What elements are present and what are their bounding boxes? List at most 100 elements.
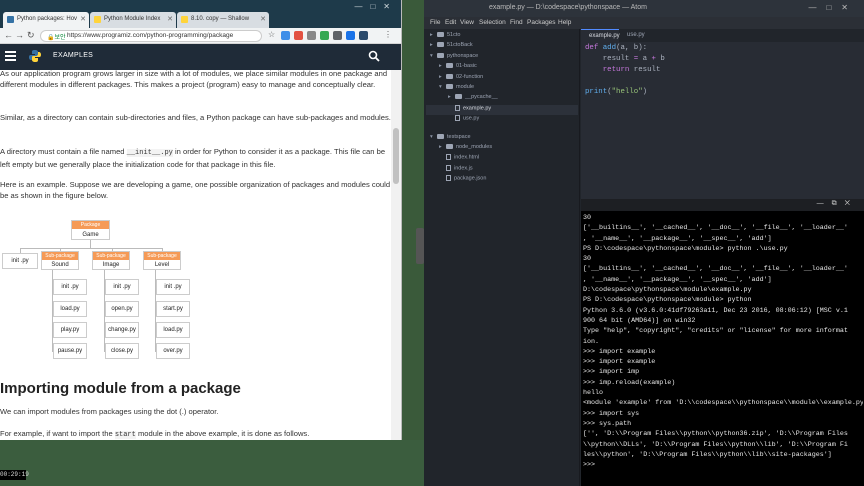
tree-item[interactable]: use.py — [426, 115, 578, 125]
folder-icon — [446, 63, 453, 69]
browser-tab-python-packages[interactable]: Python packages: Hov ✕ — [3, 12, 89, 28]
extension-icon[interactable] — [281, 31, 290, 40]
terminal-panel[interactable]: —⧉✕ 30 ['__builtins__', '__cached__', '__… — [581, 199, 864, 486]
menu-view[interactable]: View — [460, 19, 474, 26]
menu-kebab-icon[interactable]: ⋮ — [384, 30, 392, 39]
paragraph: Here is an example. Suppose we are devel… — [0, 180, 391, 200]
root-init-file: init .py — [2, 253, 38, 269]
tree-item[interactable]: ▸ 01-basic — [426, 63, 578, 73]
bookmark-star-icon[interactable]: ☆ — [268, 30, 275, 39]
tree-item[interactable]: index.js — [426, 164, 578, 175]
disclosure-arrow-icon: ▸ — [439, 73, 442, 80]
file-icon — [455, 115, 460, 122]
subpackage-box-sound: Sub-package Sound — [41, 251, 79, 270]
tree-item[interactable]: example.py — [426, 104, 578, 115]
menu-file[interactable]: File — [430, 19, 440, 26]
search-icon[interactable] — [368, 50, 380, 62]
tree-item[interactable]: ▸ 02-function — [426, 74, 578, 84]
window-resize-handle[interactable] — [416, 228, 424, 264]
folder-icon — [437, 52, 444, 58]
extension-icon[interactable] — [307, 31, 316, 40]
tree-item-label: node_modules — [456, 144, 493, 150]
disclosure-arrow-icon: ▾ — [439, 84, 442, 90]
extension-icon[interactable] — [359, 31, 368, 40]
tree-item[interactable]: package.json — [426, 175, 578, 185]
tree-item[interactable]: ▾ module — [426, 84, 578, 94]
terminal-line: Python 3.6.0 (v3.6.0:41df79263a11, Dec 2… — [583, 306, 848, 315]
reload-icon[interactable]: ↻ — [27, 30, 35, 41]
minimize-icon[interactable]: — — [354, 2, 370, 11]
editor-tabbar: example.py use.py — [581, 29, 864, 42]
folder-icon — [437, 133, 444, 139]
module-file: start.py — [156, 301, 190, 317]
editor-tab-use[interactable]: use.py — [619, 29, 649, 42]
examples-nav-link[interactable]: EXAMPLES — [53, 52, 93, 59]
programiz-favicon-icon — [7, 16, 14, 23]
extension-icon[interactable] — [320, 31, 329, 40]
tree-item[interactable]: ▾ pythonspace — [426, 53, 578, 63]
disclosure-arrow-icon: ▸ — [430, 32, 433, 38]
recording-timer: 00:29:19 — [0, 470, 29, 480]
paragraph: We can import modules from packages usin… — [0, 407, 219, 416]
tree-item-label: testspace — [447, 133, 471, 140]
module-file: over.py — [156, 343, 190, 359]
terminal-line: 900 64 bit (AMD64)] on win32 — [583, 316, 696, 325]
tree-item-label: module — [456, 84, 475, 90]
back-icon[interactable]: ← — [4, 30, 13, 40]
code-line: def add(a, b): — [585, 44, 648, 52]
maximize-icon[interactable]: □ — [826, 3, 841, 12]
extension-icon[interactable] — [333, 31, 342, 40]
close-window-icon[interactable]: ✕ — [841, 3, 858, 12]
module-file: load.py — [53, 301, 87, 317]
menu-packages[interactable]: Packages — [527, 19, 556, 26]
tree-item[interactable]: ▾ testspace — [426, 134, 578, 144]
extension-icon[interactable] — [346, 31, 355, 40]
menu-help[interactable]: Help — [558, 19, 571, 26]
terminal-line: >>> sys.path — [583, 419, 632, 428]
tree-item[interactable]: index.html — [426, 154, 578, 164]
tree-item[interactable]: ▸ 51ctoBack — [426, 42, 578, 52]
extension-icon[interactable] — [294, 31, 303, 40]
paragraph: For example, if want to import the start… — [0, 429, 310, 439]
close-tab-icon[interactable]: ✕ — [80, 15, 86, 23]
address-bar[interactable]: 🔒보안 https://www.programiz.com/python-pro… — [40, 30, 262, 42]
tree-item[interactable]: ▸ node_modules — [426, 144, 578, 154]
terminal-line: >>> imp.reload(example) — [583, 378, 676, 387]
close-tab-icon[interactable]: ✕ — [260, 15, 266, 23]
code-editor[interactable]: example.py use.py def add(a, b): result … — [581, 29, 864, 199]
close-window-icon[interactable]: ✕ — [383, 2, 398, 11]
menu-edit[interactable]: Edit — [445, 19, 456, 26]
maximize-icon[interactable]: □ — [370, 2, 383, 11]
browser-tab-copy-docs[interactable]: 8.10. copy — Shallow ✕ — [177, 12, 269, 28]
tree-item[interactable]: ▸ __pycache__ — [426, 94, 578, 104]
terminal-line: >>> import sys — [583, 409, 640, 418]
terminal-line: 30 — [583, 214, 592, 222]
python-favicon-icon — [181, 16, 188, 23]
terminal-maximize-icon[interactable]: ⧉ — [832, 200, 845, 207]
terminal-minimize-icon[interactable]: — — [817, 200, 832, 207]
article-content: As our application program grows larger … — [0, 70, 392, 440]
browser-tab-module-index[interactable]: Python Module Index ✕ — [90, 12, 176, 28]
disclosure-arrow-icon: ▸ — [430, 42, 433, 49]
editor-tab-example[interactable]: example.py — [581, 29, 620, 42]
terminal-close-icon[interactable]: ✕ — [845, 200, 858, 207]
forward-icon[interactable]: → — [15, 30, 24, 40]
folder-icon — [455, 94, 462, 100]
close-tab-icon[interactable]: ✕ — [167, 15, 173, 23]
menu-selection[interactable]: Selection — [479, 19, 506, 26]
scrollbar-thumb[interactable] — [393, 128, 399, 184]
tree-item[interactable]: ▸ 51cto — [426, 32, 578, 42]
file-icon — [455, 104, 460, 111]
terminal-output: 30 ['__builtins__', '__cached__', '__doc_… — [583, 213, 863, 470]
module-file: play.py — [53, 322, 87, 338]
terminal-toolbar: —⧉✕ — [581, 199, 864, 211]
disclosure-arrow-icon: ▸ — [439, 63, 442, 70]
file-icon — [446, 175, 451, 182]
menu-find[interactable]: Find — [510, 19, 523, 26]
python-logo-icon[interactable] — [28, 49, 42, 63]
page-scrollbar[interactable] — [391, 70, 401, 440]
hamburger-menu-icon[interactable] — [5, 51, 16, 61]
terminal-line: hello — [583, 389, 604, 398]
terminal-line: >>> import example — [583, 358, 656, 367]
minimize-icon[interactable]: — — [808, 3, 826, 12]
